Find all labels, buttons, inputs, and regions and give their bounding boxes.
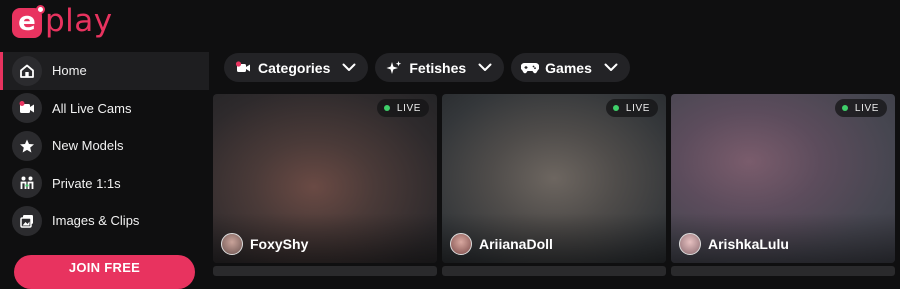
sidebar: Home All Live Cams New Models Private 1:… (0, 52, 210, 240)
sidebar-item-label: Images & Clips (52, 213, 140, 229)
model-card-ariianadoll[interactable]: LIVE AriianaDoll (442, 94, 666, 263)
images-icon (12, 205, 42, 236)
categories-dropdown[interactable]: Categories (224, 53, 369, 82)
model-name: FoxyShy (250, 236, 309, 252)
chevron-down-icon (342, 63, 356, 73)
two-people-icon (12, 168, 42, 199)
live-badge: LIVE (605, 99, 658, 117)
join-free-button[interactable]: JOIN FREE (14, 255, 195, 289)
logo-mark: e (12, 5, 45, 38)
eplay-logo[interactable]: e play (12, 2, 113, 40)
avatar (221, 233, 243, 255)
model-name: ArishkaLulu (708, 236, 789, 252)
fetishes-dropdown[interactable]: Fetishes (375, 53, 505, 82)
avatar (450, 233, 472, 255)
sidebar-item-label: Home (52, 63, 87, 79)
model-card-foxyshy[interactable]: LIVE FoxyShy (213, 94, 437, 263)
gamepad-icon (521, 61, 540, 75)
model-name: AriianaDoll (479, 236, 553, 252)
live-label: LIVE (854, 102, 879, 114)
games-dropdown[interactable]: Games (511, 53, 630, 82)
card-shade (442, 213, 666, 263)
model-card-arishkalulu[interactable]: LIVE ArishkaLulu (671, 94, 895, 263)
star-icon (12, 130, 42, 161)
chevron-down-icon (478, 63, 492, 73)
chevron-down-icon (604, 63, 618, 73)
logo-letter: e (18, 6, 36, 37)
live-dot (612, 105, 619, 111)
live-dot (841, 105, 848, 111)
live-label: LIVE (396, 102, 421, 114)
sidebar-item-private[interactable]: Private 1:1s (0, 165, 210, 203)
sidebar-item-images-clips[interactable]: Images & Clips (0, 202, 210, 240)
camera-icon (234, 60, 252, 75)
card-shade (213, 213, 437, 263)
filter-bar: Categories Fetishes Games (224, 53, 630, 82)
sidebar-item-all-live-cams[interactable]: All Live Cams (0, 90, 210, 128)
sidebar-item-new-models[interactable]: New Models (0, 127, 210, 165)
categories-label: Categories (258, 59, 331, 76)
sidebar-item-label: Private 1:1s (52, 175, 121, 191)
video-camera-icon (12, 93, 42, 124)
live-dot (383, 105, 390, 111)
home-icon (12, 55, 42, 86)
sidebar-item-label: New Models (52, 138, 124, 154)
sidebar-item-label: All Live Cams (52, 100, 132, 116)
sparkle-icon (385, 60, 403, 75)
live-badge: LIVE (376, 99, 429, 117)
logo-wordmark: play (45, 2, 113, 39)
live-badge: LIVE (834, 99, 887, 117)
sidebar-item-home[interactable]: Home (0, 52, 209, 90)
logo-dot (36, 5, 45, 14)
live-label: LIVE (625, 102, 650, 114)
games-label: Games (545, 59, 592, 76)
fetishes-label: Fetishes (409, 59, 467, 76)
avatar (679, 233, 701, 255)
